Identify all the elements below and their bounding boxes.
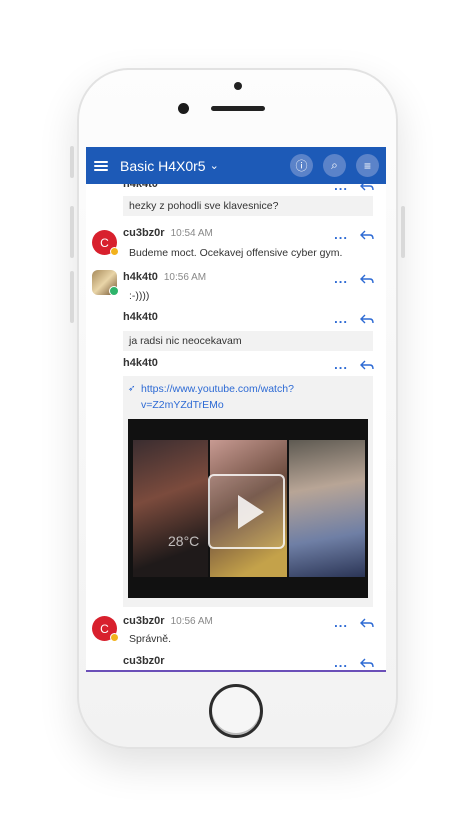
more-actions-icon[interactable]: ... — [334, 311, 348, 326]
timestamp: 10:56 AM — [163, 272, 207, 283]
message-text: hezky z pohodli sve klavesnice? — [123, 196, 373, 216]
message-link[interactable]: https://www.youtube.com/watch?v=Z2mYZdTr… — [141, 381, 366, 413]
info-icon[interactable]: ⓘ — [290, 154, 313, 177]
power-button — [401, 206, 405, 258]
reply-icon[interactable] — [360, 360, 374, 370]
reply-icon[interactable] — [360, 618, 374, 628]
timestamp: 10:54 AM — [170, 228, 213, 239]
video-frame — [133, 440, 208, 577]
more-actions-icon[interactable]: ... — [334, 357, 348, 372]
reply-icon[interactable] — [360, 658, 374, 668]
top-camera — [234, 82, 242, 90]
reply-icon[interactable] — [360, 274, 374, 284]
message-text: :-)))) — [129, 290, 150, 302]
link-icon: ➶ — [128, 383, 136, 393]
front-camera — [178, 103, 189, 114]
online-status-icon — [109, 286, 119, 296]
more-actions-icon[interactable]: ... — [334, 227, 348, 242]
username[interactable]: cu3bz0r 10:56 AM — [123, 615, 213, 627]
timestamp: 10:56 AM — [170, 616, 213, 627]
message-text: ja radsi nic neocekavam — [123, 331, 373, 351]
username[interactable]: h4k4t0 — [123, 311, 158, 323]
video-frame — [289, 440, 365, 577]
room-header: Basic H4X0r5 ⌄ ⓘ ⌕ ≡ — [86, 147, 386, 184]
username[interactable]: h4k4t0 10:56 AM — [123, 271, 206, 283]
menu-icon[interactable] — [94, 159, 108, 173]
username[interactable]: h4k4t0 — [123, 357, 158, 369]
link-preview: ➶ https://www.youtube.com/watch?v=Z2mYZd… — [123, 376, 373, 607]
search-icon[interactable]: ⌕ — [323, 154, 346, 177]
video-embed[interactable]: 28°C — [128, 419, 368, 598]
username[interactable]: cu3bz0r — [123, 655, 165, 667]
volume-down-button — [70, 271, 74, 323]
home-button[interactable] — [209, 684, 263, 738]
username[interactable]: cu3bz0r 10:54 AM — [123, 227, 213, 239]
more-actions-icon[interactable]: ... — [334, 271, 348, 286]
hamburger-icon[interactable]: ≡ — [356, 154, 379, 177]
message-text: Správně. — [129, 633, 172, 645]
reply-icon[interactable] — [360, 230, 374, 240]
reply-icon[interactable] — [360, 314, 374, 324]
volume-up-button — [70, 206, 74, 258]
more-actions-icon[interactable]: ... — [334, 615, 348, 630]
app-screen: Basic H4X0r5 ⌄ ⓘ ⌕ ≡ h4k4t0 ... hezky z … — [86, 147, 386, 672]
avatar[interactable]: C — [92, 616, 119, 642]
mute-switch — [70, 146, 74, 178]
more-actions-icon[interactable]: ... — [334, 655, 348, 670]
away-status-icon — [110, 633, 119, 642]
away-status-icon — [110, 247, 119, 256]
room-title[interactable]: Basic H4X0r5 — [120, 158, 206, 174]
earpiece-speaker — [211, 106, 265, 111]
avatar[interactable]: C — [92, 230, 119, 256]
avatar[interactable] — [92, 270, 119, 296]
chevron-down-icon[interactable]: ⌄ — [210, 159, 219, 172]
video-overlay-text: 28°C — [168, 533, 200, 549]
play-icon[interactable] — [208, 474, 285, 549]
message-text: Budeme moct. Ocekavej offensive cyber gy… — [129, 247, 343, 259]
